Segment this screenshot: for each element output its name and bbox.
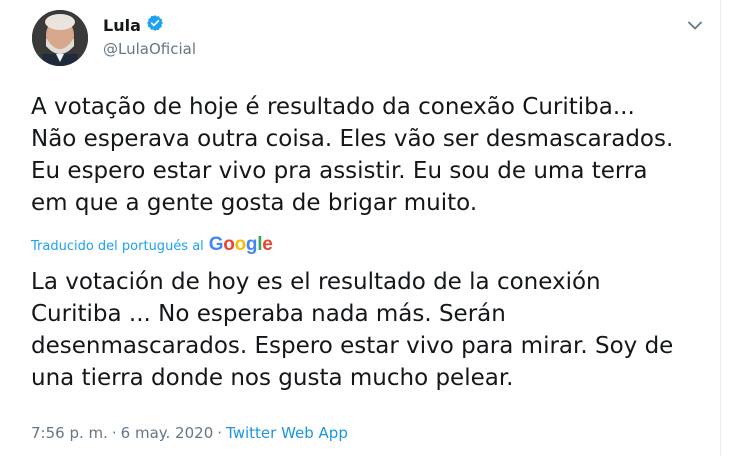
translated-text: La votación de hoy es el resultado de la… (31, 269, 674, 391)
display-name[interactable]: Lula (103, 16, 141, 35)
tweet-text: A votação de hoje é resultado da conexão… (31, 94, 674, 216)
chevron-down-icon (688, 15, 702, 34)
author-name-row[interactable]: Lula (103, 14, 164, 36)
translation-label[interactable]: Traducido del portugués al (31, 239, 204, 254)
handle[interactable]: @LulaOficial (103, 40, 196, 58)
tweet-date[interactable]: 6 may. 2020 (121, 424, 214, 442)
tweet-metadata: 7:56 p. m. · 6 may. 2020 · Twitter Web A… (31, 424, 348, 442)
google-logo: Google (208, 234, 273, 255)
tweet-card: Lula @LulaOficial A votação de hoje é re… (0, 0, 721, 456)
tweet-source-link[interactable]: Twitter Web App (226, 424, 348, 442)
meta-separator: · (111, 424, 117, 442)
avatar[interactable] (32, 10, 88, 66)
translation-attribution[interactable]: Traducido del portugués al Google (31, 234, 273, 256)
tweet-time[interactable]: 7:56 p. m. (31, 424, 108, 442)
verified-badge-icon (146, 14, 164, 36)
more-options-button[interactable] (684, 15, 706, 33)
meta-separator: · (217, 424, 223, 442)
